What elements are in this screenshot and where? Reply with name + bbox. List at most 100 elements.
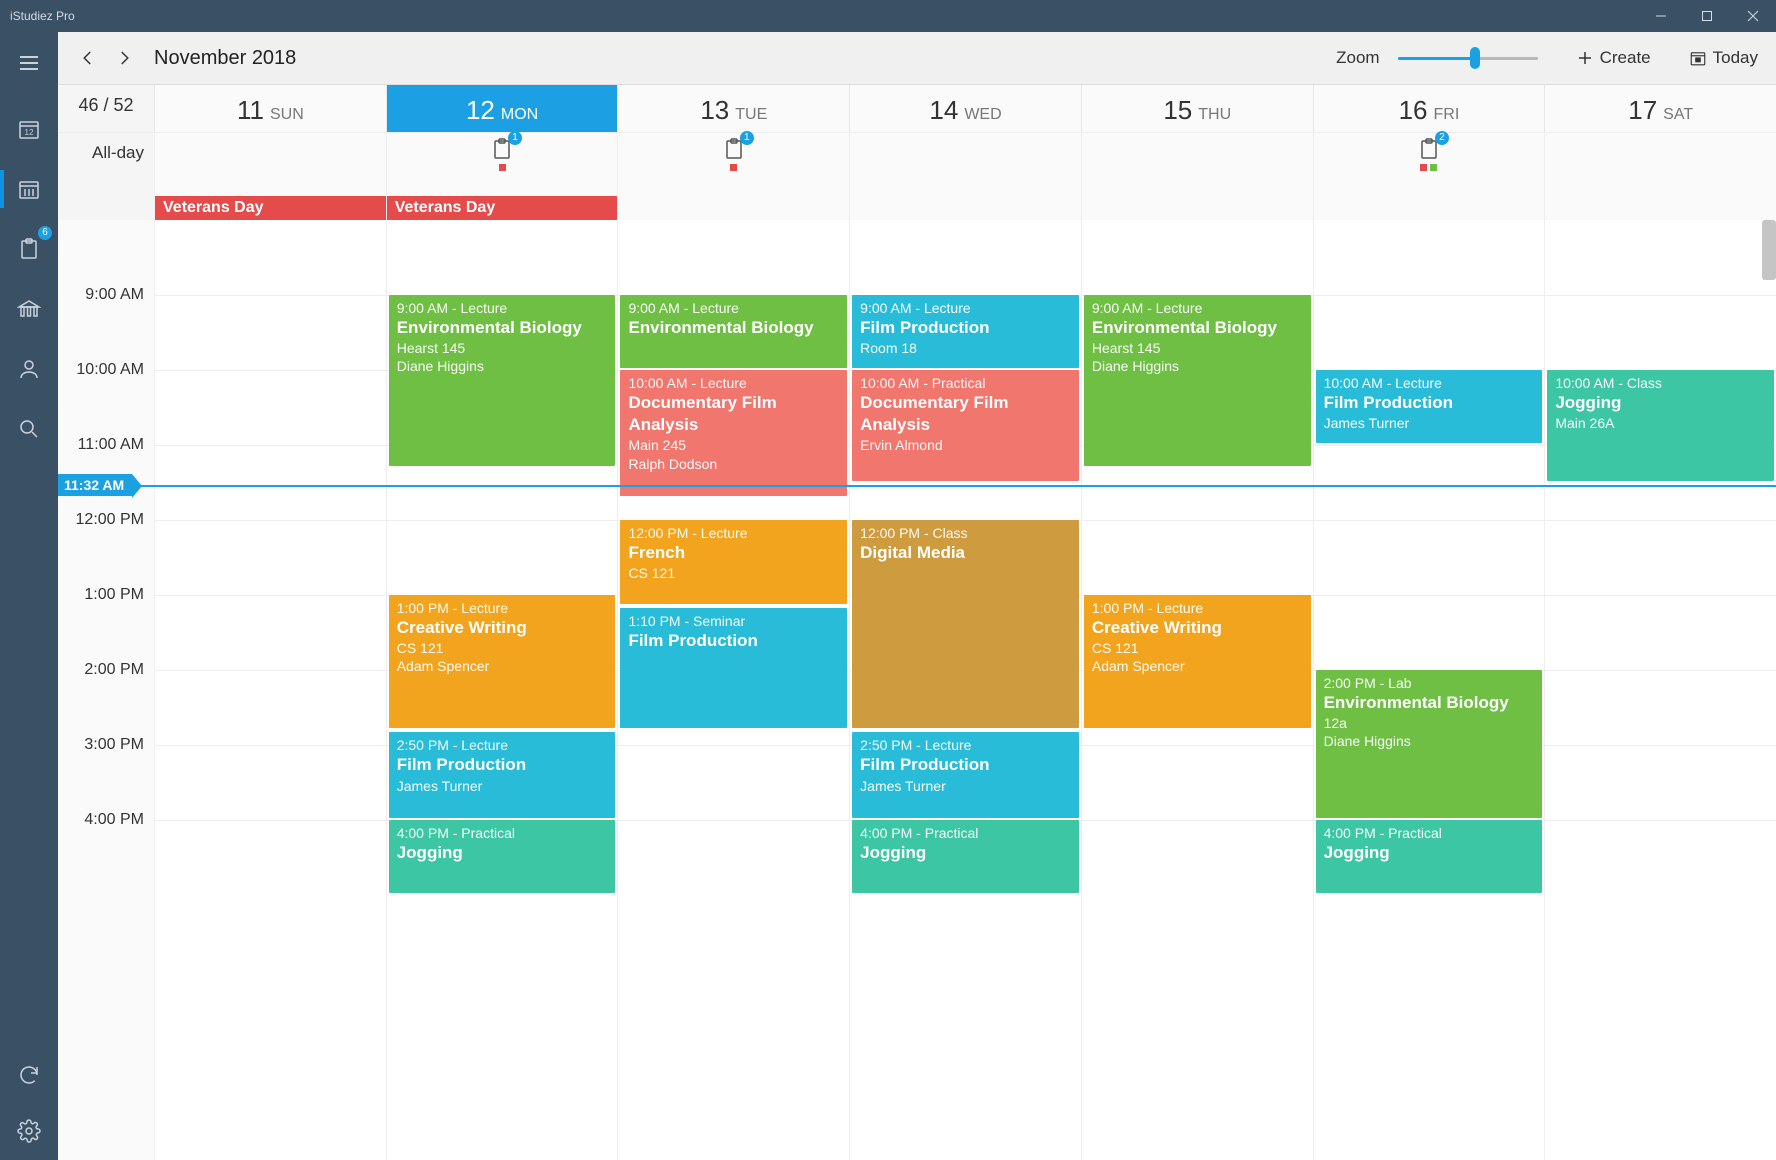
nav-calendar[interactable] <box>10 170 48 208</box>
nav-sync[interactable] <box>10 1056 48 1094</box>
allday-cell[interactable]: Veterans Day <box>154 133 386 220</box>
calendar-event[interactable]: 4:00 PM - Practical Jogging <box>852 820 1079 893</box>
calendar-event[interactable]: 2:50 PM - Lecture Film ProductionJames T… <box>389 732 616 818</box>
event-time: 9:00 AM - Lecture <box>860 299 1071 317</box>
now-time-badge: 11:32 AM <box>58 474 132 496</box>
day-name: SUN <box>270 106 304 123</box>
calendar-header: 46 / 52 11SUN12MON13TUE14WED15THU16FRI17… <box>58 85 1776 132</box>
day-number: 14 <box>929 95 958 125</box>
day-header[interactable]: 17 SAT <box>1544 85 1776 132</box>
day-number: 17 <box>1628 95 1657 125</box>
allday-event[interactable]: Veterans Day <box>155 196 386 220</box>
allday-cell[interactable]: 1 Veterans Day <box>386 133 618 220</box>
calendar-event[interactable]: 12:00 PM - Lecture FrenchCS 121 <box>620 520 847 604</box>
day-header[interactable]: 15THU <box>1081 85 1313 132</box>
day-header[interactable]: 16FRI <box>1313 85 1545 132</box>
nav-assignments[interactable]: 6 <box>10 230 48 268</box>
event-room: CS 121 <box>1092 639 1303 657</box>
calendar-event[interactable]: 12:00 PM - Class Digital Media <box>852 520 1079 728</box>
zoom-slider[interactable] <box>1398 48 1538 68</box>
event-room: 12a <box>1324 714 1535 732</box>
calendar-event[interactable]: 1:00 PM - Lecture Creative WritingCS 121… <box>389 595 616 728</box>
event-time: 10:00 AM - Practical <box>860 374 1071 392</box>
assignment-icon[interactable]: 2 <box>1417 137 1441 161</box>
calendar-event[interactable]: 1:00 PM - Lecture Creative WritingCS 121… <box>1084 595 1311 728</box>
calendar-event[interactable]: 10:00 AM - Lecture Documentary Film Anal… <box>620 370 847 496</box>
create-button[interactable]: Create <box>1576 48 1651 68</box>
event-time: 12:00 PM - Class <box>860 524 1071 542</box>
window-maximize-button[interactable] <box>1684 0 1730 32</box>
calendar-event[interactable]: 2:00 PM - Lab Environmental Biology12aDi… <box>1316 670 1543 818</box>
day-header[interactable]: 13TUE <box>617 85 849 132</box>
event-instructor: James Turner <box>1324 414 1535 432</box>
event-title: Film Production <box>1324 392 1535 414</box>
day-column[interactable]: 10:00 AM - Class JoggingMain 26A <box>1544 220 1776 1160</box>
content: November 2018 Zoom Create Today 46 / 52 … <box>58 32 1776 1160</box>
allday-cell[interactable]: 1 <box>617 133 849 220</box>
day-name: SAT <box>1663 106 1693 123</box>
calendar-event[interactable]: 9:00 AM - Lecture Environmental Biology <box>620 295 847 368</box>
calendar-event[interactable]: 9:00 AM - Lecture Environmental BiologyH… <box>389 295 616 466</box>
course-dot <box>730 164 737 171</box>
day-number: 13 <box>700 95 729 125</box>
calendar-event[interactable]: 9:00 AM - Lecture Film ProductionRoom 18 <box>852 295 1079 368</box>
scrollbar[interactable] <box>1762 220 1776 280</box>
event-title: Environmental Biology <box>1324 692 1535 714</box>
day-column[interactable]: 9:00 AM - Lecture Film ProductionRoom 18… <box>849 220 1081 1160</box>
event-time: 1:00 PM - Lecture <box>397 599 608 617</box>
event-title: Documentary Film Analysis <box>860 392 1071 436</box>
calendar-event[interactable]: 1:10 PM - Seminar Film Production <box>620 608 847 728</box>
hour-label: 2:00 PM <box>84 661 144 679</box>
day-name: THU <box>1198 106 1231 123</box>
prev-week-button[interactable] <box>76 46 100 70</box>
allday-cell[interactable]: 2 <box>1313 133 1545 220</box>
next-week-button[interactable] <box>112 46 136 70</box>
event-time: 10:00 AM - Class <box>1555 374 1766 392</box>
today-button[interactable]: Today <box>1689 48 1758 68</box>
event-room: CS 121 <box>628 564 839 582</box>
allday-cell[interactable] <box>1081 133 1313 220</box>
event-time: 10:00 AM - Lecture <box>1324 374 1535 392</box>
day-column[interactable] <box>154 220 386 1160</box>
day-header[interactable]: 12MON <box>386 85 618 132</box>
calendar-body[interactable]: 9:00 AM10:00 AM11:00 AM12:00 PM1:00 PM2:… <box>58 220 1776 1160</box>
window-close-button[interactable] <box>1730 0 1776 32</box>
event-title: Digital Media <box>860 542 1071 564</box>
event-time: 2:00 PM - Lab <box>1324 674 1535 692</box>
event-instructor: Diane Higgins <box>1324 732 1535 750</box>
nav-instructors[interactable] <box>10 350 48 388</box>
day-number: 12 <box>466 95 495 125</box>
nav-today[interactable]: 12 <box>10 110 48 148</box>
day-column[interactable]: 9:00 AM - Lecture Environmental Biology1… <box>617 220 849 1160</box>
menu-button[interactable] <box>10 44 48 82</box>
calendar-event[interactable]: 4:00 PM - Practical Jogging <box>1316 820 1543 893</box>
allday-cell[interactable] <box>849 133 1081 220</box>
event-title: Jogging <box>397 842 608 864</box>
calendar-event[interactable]: 10:00 AM - Practical Documentary Film An… <box>852 370 1079 481</box>
today-label: Today <box>1713 48 1758 68</box>
nav-planner[interactable] <box>10 290 48 328</box>
allday-event[interactable]: Veterans Day <box>387 196 618 220</box>
now-line <box>58 485 1776 487</box>
calendar-event[interactable]: 9:00 AM - Lecture Environmental BiologyH… <box>1084 295 1311 466</box>
calendar-event[interactable]: 10:00 AM - Class JoggingMain 26A <box>1547 370 1774 481</box>
allday-cell[interactable] <box>1544 133 1776 220</box>
nav-search[interactable] <box>10 410 48 448</box>
day-column[interactable]: 10:00 AM - Lecture Film ProductionJames … <box>1313 220 1545 1160</box>
day-column[interactable]: 9:00 AM - Lecture Environmental BiologyH… <box>386 220 618 1160</box>
event-time: 1:00 PM - Lecture <box>1092 599 1303 617</box>
day-column[interactable]: 9:00 AM - Lecture Environmental BiologyH… <box>1081 220 1313 1160</box>
window-minimize-button[interactable] <box>1638 0 1684 32</box>
event-title: Film Production <box>397 754 608 776</box>
assignment-icon[interactable]: 1 <box>490 137 514 161</box>
assignment-icon[interactable]: 1 <box>722 137 746 161</box>
calendar-event[interactable]: 4:00 PM - Practical Jogging <box>389 820 616 893</box>
day-header[interactable]: 11SUN <box>154 85 386 132</box>
course-dot <box>1420 164 1427 171</box>
event-instructor: James Turner <box>860 777 1071 795</box>
nav-settings[interactable] <box>10 1112 48 1150</box>
calendar-event[interactable]: 10:00 AM - Lecture Film ProductionJames … <box>1316 370 1543 443</box>
calendar-event[interactable]: 2:50 PM - Lecture Film ProductionJames T… <box>852 732 1079 818</box>
event-time: 12:00 PM - Lecture <box>628 524 839 542</box>
day-header[interactable]: 14WED <box>849 85 1081 132</box>
